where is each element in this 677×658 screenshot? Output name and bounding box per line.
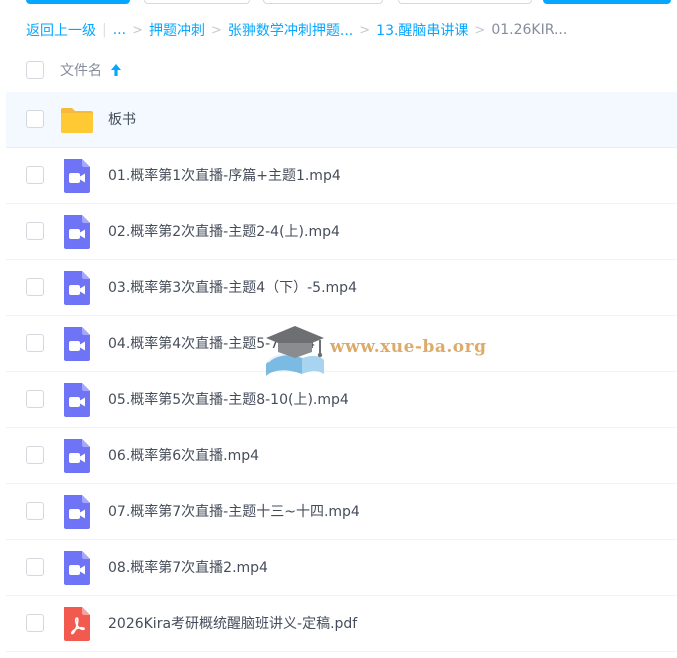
pdf-icon[interactable] bbox=[60, 607, 94, 641]
top-toolbar bbox=[0, 0, 677, 4]
video-icon[interactable] bbox=[60, 551, 94, 585]
video-icon[interactable] bbox=[60, 159, 94, 193]
breadcrumb-ellipsis[interactable]: ... bbox=[113, 22, 126, 38]
breadcrumb-item-3[interactable]: 13.醒脑串讲课 bbox=[376, 20, 468, 40]
breadcrumb-divider: | bbox=[102, 22, 107, 38]
chevron-right-icon: > bbox=[132, 22, 143, 38]
file-row[interactable]: 2026Kira考研概统醒脑班讲义-定稿.pdf bbox=[6, 596, 677, 652]
folder-icon[interactable] bbox=[60, 103, 94, 137]
file-name[interactable]: 05.概率第5次直播-主题8-10(上).mp4 bbox=[108, 390, 349, 410]
file-name[interactable]: 01.概率第1次直播-序篇+主题1.mp4 bbox=[108, 166, 341, 186]
video-icon[interactable] bbox=[60, 327, 94, 361]
file-row[interactable]: 02.概率第2次直播-主题2-4(上).mp4 bbox=[6, 204, 677, 260]
chevron-right-icon: > bbox=[210, 22, 222, 38]
breadcrumb: 返回上一级 | ... > 押题冲刺 > 张翀数学冲刺押题... > 13.醒脑… bbox=[26, 20, 567, 40]
file-name[interactable]: 04.概率第4次直播-主题5-7.mp4 bbox=[108, 334, 315, 354]
video-icon[interactable] bbox=[60, 383, 94, 417]
select-all-checkbox[interactable] bbox=[26, 61, 44, 79]
video-icon[interactable] bbox=[60, 439, 94, 473]
row-checkbox[interactable] bbox=[26, 278, 44, 296]
file-row[interactable]: 04.概率第4次直播-主题5-7.mp4 bbox=[6, 316, 677, 372]
breadcrumb-item-1[interactable]: 押题冲刺 bbox=[149, 20, 205, 40]
file-name[interactable]: 板书 bbox=[108, 110, 136, 130]
row-checkbox[interactable] bbox=[26, 334, 44, 352]
file-list-header: 文件名 bbox=[0, 56, 677, 84]
breadcrumb-back-link[interactable]: 返回上一级 bbox=[26, 20, 96, 40]
chevron-right-icon: > bbox=[359, 22, 371, 38]
file-row[interactable]: 08.概率第7次直播2.mp4 bbox=[6, 540, 677, 596]
file-name[interactable]: 06.概率第6次直播.mp4 bbox=[108, 446, 259, 466]
folder-row[interactable]: 板书 bbox=[6, 92, 677, 148]
file-name[interactable]: 03.概率第3次直播-主题4（下）-5.mp4 bbox=[108, 278, 357, 298]
file-name[interactable]: 08.概率第7次直播2.mp4 bbox=[108, 558, 268, 578]
row-checkbox[interactable] bbox=[26, 222, 44, 240]
row-checkbox[interactable] bbox=[26, 390, 44, 408]
file-name[interactable]: 02.概率第2次直播-主题2-4(上).mp4 bbox=[108, 222, 340, 242]
filename-column-header[interactable]: 文件名 bbox=[60, 60, 102, 80]
row-checkbox[interactable] bbox=[26, 110, 44, 128]
row-checkbox[interactable] bbox=[26, 166, 44, 184]
chevron-right-icon: > bbox=[474, 22, 486, 38]
toolbar-primary-button[interactable] bbox=[26, 0, 130, 4]
file-name[interactable]: 2026Kira考研概统醒脑班讲义-定稿.pdf bbox=[108, 614, 357, 634]
row-checkbox[interactable] bbox=[26, 558, 44, 576]
file-row[interactable]: 06.概率第6次直播.mp4 bbox=[6, 428, 677, 484]
file-row[interactable]: 05.概率第5次直播-主题8-10(上).mp4 bbox=[6, 372, 677, 428]
file-row[interactable]: 07.概率第7次直播-主题十三~十四.mp4 bbox=[6, 484, 677, 540]
toolbar-primary-button-2[interactable] bbox=[543, 0, 671, 4]
row-checkbox[interactable] bbox=[26, 446, 44, 464]
file-name[interactable]: 07.概率第7次直播-主题十三~十四.mp4 bbox=[108, 502, 360, 522]
breadcrumb-item-2[interactable]: 张翀数学冲刺押题... bbox=[228, 20, 353, 40]
video-icon[interactable] bbox=[60, 495, 94, 529]
row-checkbox[interactable] bbox=[26, 502, 44, 520]
video-icon[interactable] bbox=[60, 271, 94, 305]
file-row[interactable]: 01.概率第1次直播-序篇+主题1.mp4 bbox=[6, 148, 677, 204]
sort-ascending-icon[interactable] bbox=[109, 62, 123, 78]
file-row[interactable]: 03.概率第3次直播-主题4（下）-5.mp4 bbox=[6, 260, 677, 316]
toolbar-button-3[interactable] bbox=[263, 0, 383, 4]
row-checkbox[interactable] bbox=[26, 614, 44, 632]
toolbar-button-2[interactable] bbox=[144, 0, 250, 4]
file-list: 板书 01.概率第1次直播-序篇+主题1.mp4 02.概率第2次直播-主题2-4(… bbox=[6, 92, 677, 652]
video-icon[interactable] bbox=[60, 215, 94, 249]
breadcrumb-current: 01.26KIR... bbox=[491, 22, 568, 38]
toolbar-button-4[interactable] bbox=[398, 0, 532, 4]
